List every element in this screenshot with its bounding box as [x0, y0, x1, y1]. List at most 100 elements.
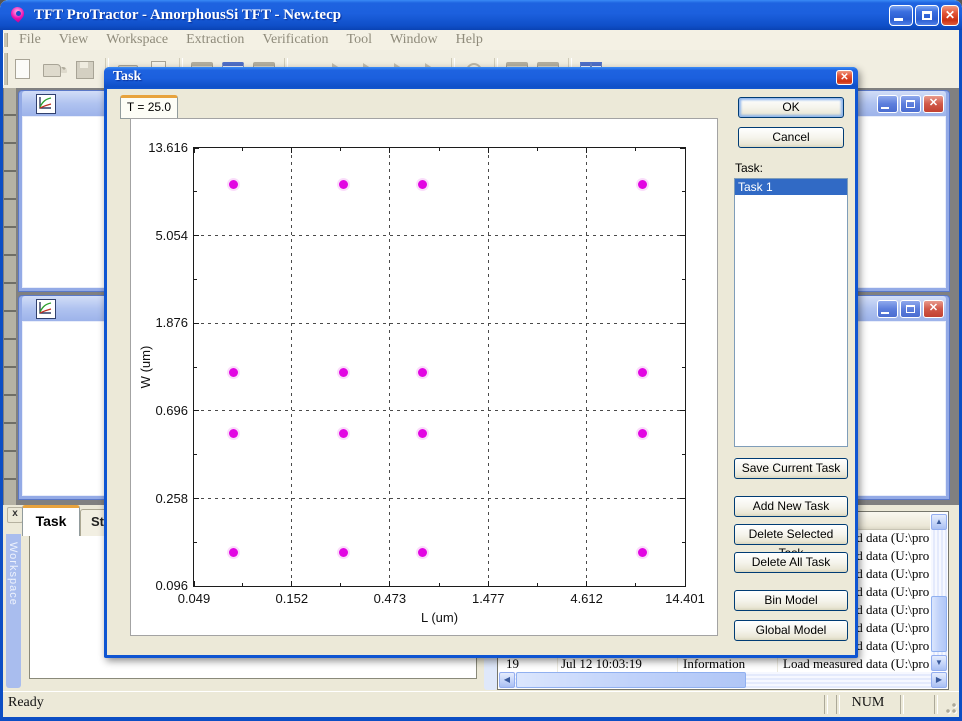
axis-tick [635, 583, 636, 586]
axis-tick [194, 410, 199, 411]
mdi-maximize-button[interactable] [900, 300, 921, 318]
axis-tick [439, 583, 440, 586]
menu-help[interactable]: Help [447, 30, 492, 50]
task-dialog-titlebar[interactable]: Task ✕ [104, 67, 858, 89]
mdi-close-button[interactable]: ✕ [923, 95, 944, 113]
menu-view[interactable]: View [50, 30, 97, 50]
menu-extraction[interactable]: Extraction [177, 30, 253, 50]
y-tick-label: 0.696 [132, 403, 188, 418]
menu-file[interactable]: File [10, 30, 50, 50]
task-dialog-title: Task [113, 69, 141, 85]
save-current-task-button[interactable]: Save Current Task [734, 458, 848, 479]
gridline [488, 148, 489, 586]
data-point[interactable] [418, 548, 427, 557]
scroll-up-icon[interactable]: ▲ [931, 514, 947, 530]
mdi-minimize-button[interactable] [877, 95, 898, 113]
ok-button[interactable]: OK [738, 97, 844, 118]
add-new-task-button[interactable]: Add New Task [734, 496, 848, 517]
axis-tick [682, 454, 685, 455]
toolbar-grip[interactable] [3, 53, 8, 85]
data-point[interactable] [418, 429, 427, 438]
chart-window-icon [36, 94, 56, 114]
axis-tick [680, 498, 685, 499]
axis-tick [488, 581, 489, 586]
gridline [389, 148, 390, 586]
left-splitter-strip[interactable] [4, 88, 16, 505]
workspace-close-icon[interactable]: x [7, 507, 23, 523]
axis-tick [439, 148, 440, 151]
data-point[interactable] [229, 429, 238, 438]
data-point[interactable] [339, 429, 348, 438]
vertical-scrollbar-thumb[interactable] [931, 596, 947, 652]
x-tick-label: 1.477 [456, 591, 520, 606]
temperature-tab[interactable]: T = 25.0 [120, 95, 178, 119]
data-point[interactable] [229, 368, 238, 377]
mdi-close-button[interactable]: ✕ [923, 300, 944, 318]
save-icon[interactable] [72, 57, 96, 81]
status-message: Ready [8, 695, 44, 711]
y-tick-label: 0.096 [132, 578, 188, 593]
chart-window-icon [36, 299, 56, 319]
title-bar[interactable]: TFT ProTractor - AmorphousSi TFT - New.t… [0, 0, 962, 30]
data-point[interactable] [418, 180, 427, 189]
axis-tick [291, 581, 292, 586]
axis-tick [194, 235, 199, 236]
window-border [0, 717, 962, 721]
tab-task[interactable]: Task [22, 505, 80, 536]
axis-tick [194, 542, 197, 543]
axis-tick [680, 410, 685, 411]
menu-window[interactable]: Window [381, 30, 447, 50]
delete-all-task-button[interactable]: Delete All Task [734, 552, 848, 573]
menu-verification[interactable]: Verification [253, 30, 337, 50]
dialog-close-icon[interactable]: ✕ [836, 70, 853, 85]
status-bar: Ready NUM [0, 691, 962, 718]
scroll-down-icon[interactable]: ▼ [931, 655, 947, 671]
log-severity: Information [683, 656, 745, 672]
mdi-minimize-button[interactable] [877, 300, 898, 318]
bin-model-button[interactable]: Bin Model [734, 590, 848, 611]
resize-grip[interactable] [943, 700, 957, 714]
y-tick-label: 5.054 [132, 228, 188, 243]
axis-tick [680, 235, 685, 236]
axis-tick [685, 148, 686, 153]
data-point[interactable] [638, 429, 647, 438]
axis-tick [389, 148, 390, 153]
x-axis-label: L (um) [194, 610, 685, 625]
x-tick-label: 4.612 [555, 591, 619, 606]
delete-selected-task-button[interactable]: Delete Selected Task [734, 524, 848, 545]
data-point[interactable] [339, 368, 348, 377]
data-point[interactable] [638, 368, 647, 377]
y-tick-label: 13.616 [132, 140, 188, 155]
data-point[interactable] [638, 180, 647, 189]
cancel-button[interactable]: Cancel [738, 127, 844, 148]
new-file-icon[interactable] [10, 57, 34, 81]
gridline [194, 323, 685, 324]
task-list-item[interactable]: Task 1 [735, 179, 847, 195]
data-point[interactable] [339, 548, 348, 557]
x-tick-label: 0.152 [260, 591, 324, 606]
open-file-icon[interactable] [41, 57, 65, 81]
axis-tick [194, 191, 197, 192]
mdi-maximize-button[interactable] [900, 95, 921, 113]
scroll-left-icon[interactable]: ◀ [499, 672, 515, 688]
data-point[interactable] [418, 368, 427, 377]
axis-tick [389, 581, 390, 586]
menu-grip[interactable] [3, 33, 8, 47]
horizontal-scrollbar-thumb[interactable] [516, 672, 746, 688]
global-model-button[interactable]: Global Model [734, 620, 848, 641]
workspace-vertical-tab[interactable]: Workspace [6, 534, 21, 688]
num-lock-indicator: NUM [838, 695, 898, 711]
x-tick-label: 0.473 [358, 591, 422, 606]
data-point[interactable] [229, 180, 238, 189]
maximize-button[interactable] [915, 5, 939, 26]
minimize-button[interactable] [889, 5, 913, 26]
data-point[interactable] [229, 548, 238, 557]
close-button[interactable]: ✕ [941, 5, 959, 26]
scroll-right-icon[interactable]: ▶ [931, 672, 947, 688]
menu-tool[interactable]: Tool [338, 30, 381, 50]
menu-workspace[interactable]: Workspace [97, 30, 177, 50]
axis-tick [242, 583, 243, 586]
data-point[interactable] [638, 548, 647, 557]
data-point[interactable] [339, 180, 348, 189]
task-listbox[interactable]: Task 1 [734, 178, 848, 447]
